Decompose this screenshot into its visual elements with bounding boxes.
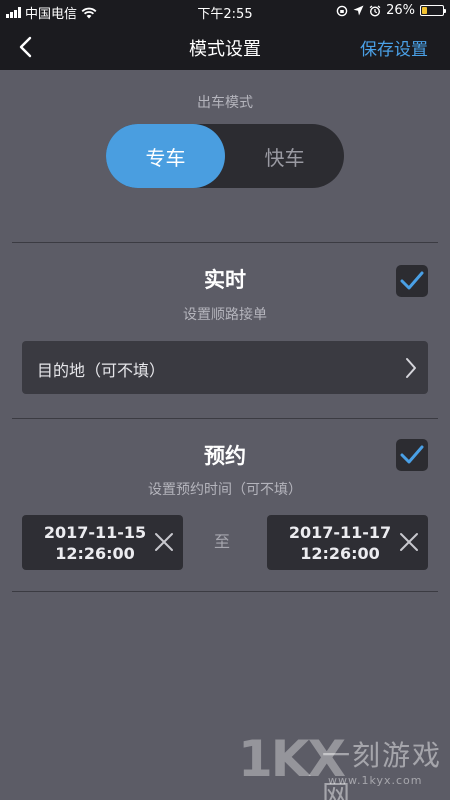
mode-toggle[interactable]: 专车 快车 (106, 124, 344, 188)
end-time-field[interactable]: 2017-11-17 12:26:00 (267, 515, 428, 570)
clear-start-time-icon[interactable] (153, 531, 175, 553)
end-date: 2017-11-17 (288, 523, 392, 542)
status-right: 26% (336, 3, 446, 18)
save-settings-button[interactable]: 保存设置 (360, 35, 428, 60)
reservation-title: 预约 (204, 444, 246, 468)
destination-placeholder: 目的地（可不填） (37, 361, 166, 380)
location-icon (353, 5, 364, 16)
divider (12, 591, 438, 592)
realtime-checkbox[interactable] (396, 265, 428, 297)
battery-fill (422, 7, 428, 14)
reservation-checkbox[interactable] (396, 439, 428, 471)
chevron-right-icon (406, 358, 416, 378)
end-clock: 12:26:00 (300, 544, 380, 563)
start-time-field[interactable]: 2017-11-15 12:26:00 (22, 515, 183, 570)
realtime-subtitle: 设置顺路接单 (183, 307, 267, 323)
rotation-lock-icon (336, 5, 348, 16)
start-time-value: 2017-11-15 12:26:00 (36, 522, 154, 564)
nav-bar: 模式设置 保存设置 (0, 24, 450, 70)
start-date: 2017-11-15 (43, 523, 147, 542)
battery-percent: 26% (386, 3, 415, 18)
start-clock: 12:26:00 (55, 544, 135, 563)
reservation-subtitle: 设置预约时间（可不填） (148, 482, 302, 498)
range-separator: 至 (214, 532, 231, 551)
mode-option-express[interactable]: 快车 (225, 124, 344, 188)
end-time-value: 2017-11-17 12:26:00 (281, 522, 399, 564)
alarm-icon (369, 4, 381, 17)
watermark-url: www.1kyx.com (328, 774, 423, 787)
status-bar: 中国电信 下午2:55 26% (0, 0, 450, 24)
check-icon (400, 445, 424, 464)
mode-label: 出车模式 (197, 95, 253, 111)
back-button[interactable] (12, 33, 40, 61)
clear-end-time-icon[interactable] (398, 531, 420, 553)
check-icon (400, 271, 424, 290)
destination-field[interactable]: 目的地（可不填） (22, 341, 428, 394)
watermark-name: 一刻游戏网 (322, 739, 443, 800)
watermark: 1KX 一刻游戏网 www.1kyx.com (238, 730, 450, 800)
divider (12, 418, 438, 419)
battery-icon (420, 5, 446, 16)
realtime-title: 实时 (204, 268, 246, 292)
mode-option-premium[interactable]: 专车 (106, 124, 225, 188)
divider (12, 242, 438, 243)
